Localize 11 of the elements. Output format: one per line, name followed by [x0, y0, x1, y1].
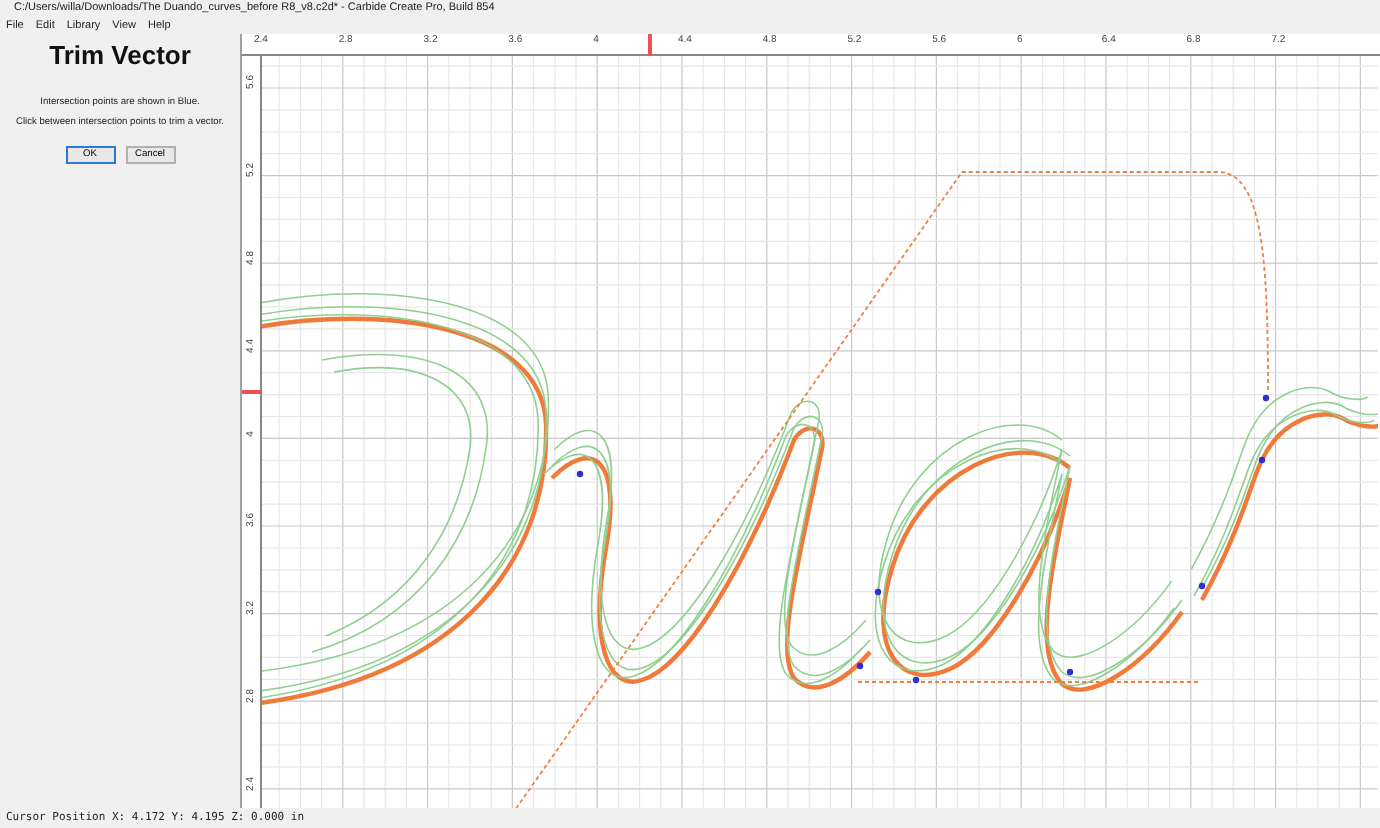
cursor-marker: [242, 390, 262, 394]
intersection-point[interactable]: [874, 588, 882, 596]
intersection-point[interactable]: [856, 662, 864, 670]
intersection-point[interactable]: [1262, 394, 1270, 402]
panel-title: Trim Vector: [49, 40, 191, 72]
intersection-point[interactable]: [1066, 668, 1074, 676]
cursor-marker: [648, 34, 652, 56]
intersection-point[interactable]: [576, 470, 584, 478]
intersection-point[interactable]: [1198, 582, 1206, 590]
intersection-point[interactable]: [912, 676, 920, 684]
intersection-point[interactable]: [1258, 456, 1266, 464]
